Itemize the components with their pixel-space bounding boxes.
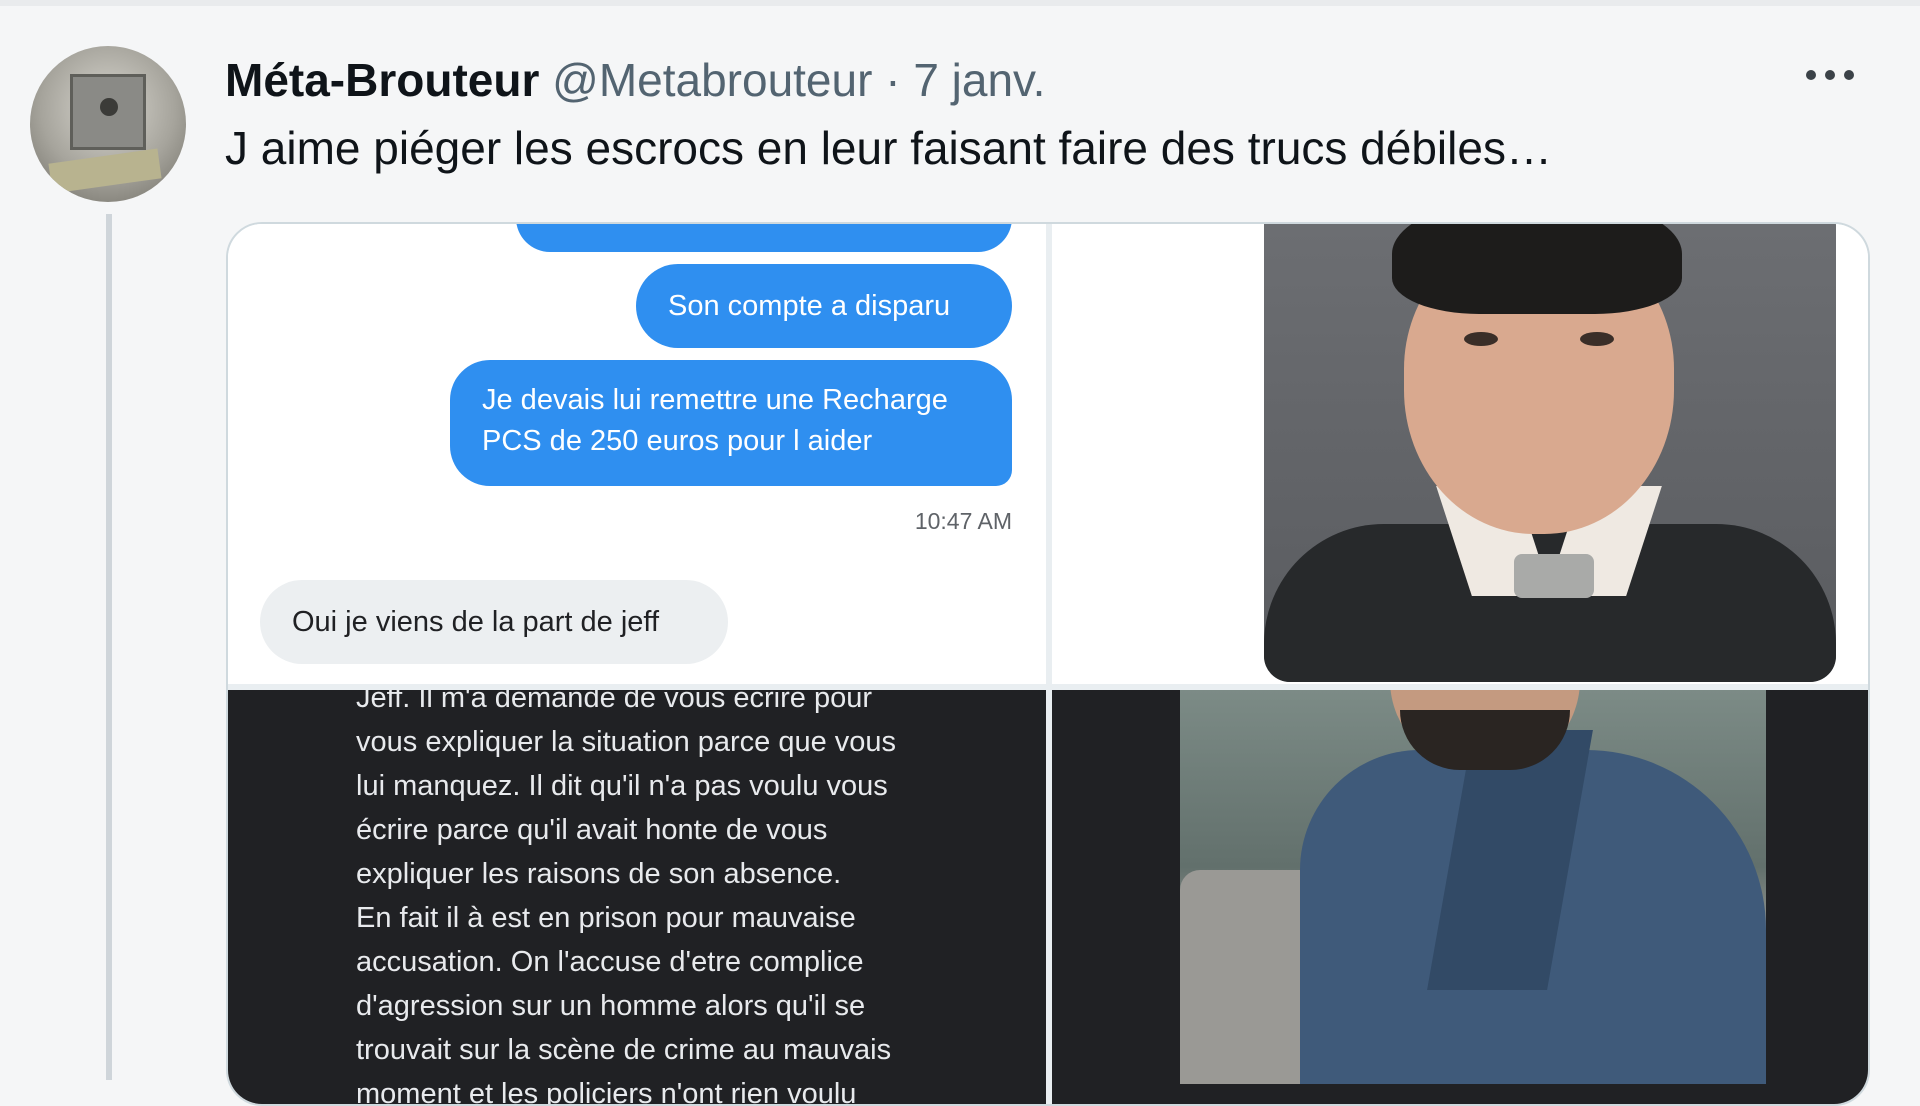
message-line: moment et les policiers n'ont rien voulu (356, 1078, 857, 1106)
avatar-dial (100, 98, 118, 116)
message-line: En fait il à est en prison pour mauvaise (356, 902, 856, 934)
tweet-date[interactable]: 7 janv. (913, 54, 1045, 106)
tweet-header: Méta-Brouteur @Metabrouteur · 7 janv. (225, 50, 1045, 110)
avatar-cash (48, 148, 162, 194)
message-line: expliquer les raisons de son absence. (356, 858, 842, 890)
message-line: trouvait sur la scène de crime au mauvai… (356, 1034, 892, 1066)
message-line: écrire parce qu'il avait honte de vous (356, 814, 828, 846)
portrait-image (1264, 224, 1836, 682)
message-text: Jeff. Il m'a demandé de vous écrire pour… (356, 690, 1026, 1106)
message-line: accusation. On l'accuse d'etre complice (356, 946, 864, 978)
chat-bubble-incoming: Oui je viens de la part de jeff (260, 580, 728, 664)
media-message-screenshot[interactable]: Jeff. Il m'a demandé de vous écrire pour… (228, 690, 1046, 1106)
selfie-image (1180, 690, 1766, 1084)
media-selfie-photo[interactable] (1052, 690, 1868, 1104)
tweet: Méta-Brouteur @Metabrouteur · 7 janv. J … (0, 0, 1920, 1106)
header-separator: · (885, 54, 901, 106)
author-name[interactable]: Méta-Brouteur (225, 54, 539, 106)
message-line: vous expliquer la situation parce que vo… (356, 726, 897, 758)
avatar[interactable] (30, 46, 186, 202)
tweet-text: J aime piéger les escrocs en leur faisan… (225, 122, 1552, 174)
message-line: lui manquez. Il dit qu'il n'a pas voulu … (356, 770, 888, 802)
more-horizontal-icon[interactable] (1806, 70, 1854, 82)
message-line: d'agression sur un homme alors qu'il se (356, 990, 866, 1022)
chat-bubble-outgoing: Son compte a disparu (636, 264, 1012, 348)
message-time: 10:47 AM (914, 508, 1012, 534)
thread-line (106, 214, 112, 1080)
divider (0, 0, 1920, 6)
media-chat-screenshot[interactable]: Son compte a disparu Je devais lui remet… (228, 224, 1046, 684)
author-handle[interactable]: @Metabrouteur (552, 54, 872, 106)
message-line: Jeff. Il m'a demandé de vous écrire pour (356, 690, 872, 714)
media-portrait-photo[interactable] (1052, 224, 1868, 684)
media-grid: Son compte a disparu Je devais lui remet… (226, 222, 1870, 1106)
chat-bubble-cropped (516, 224, 1012, 252)
chat-bubble-outgoing: Je devais lui remettre une Recharge PCS … (450, 360, 1012, 486)
